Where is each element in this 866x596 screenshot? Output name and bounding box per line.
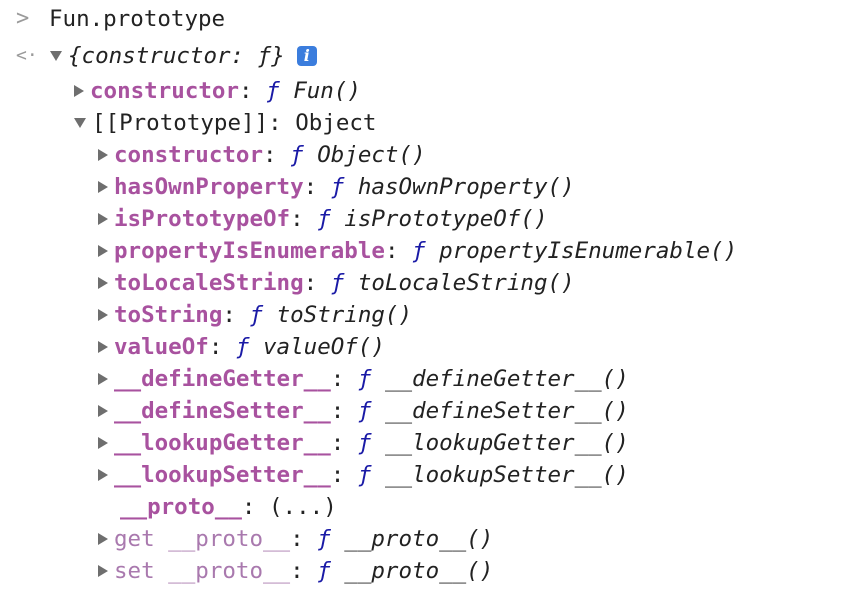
collapse-triangle-icon[interactable] (98, 341, 108, 353)
property-separator: : (330, 398, 358, 424)
function-keyword: ƒ (317, 558, 345, 584)
property-separator: : (290, 558, 318, 584)
tree-row[interactable]: get __proto__: ƒ __proto__() (98, 523, 493, 555)
collapse-triangle-icon[interactable] (98, 213, 108, 225)
function-keyword: ƒ (235, 334, 264, 360)
function-keyword: ƒ (317, 206, 345, 232)
property-value: propertyIsEnumerable() (439, 238, 738, 264)
property-value: __defineSetter__() (384, 398, 629, 424)
tree-row[interactable]: hasOwnProperty: ƒ hasOwnProperty() (98, 171, 575, 203)
return-arrow-icon: <· (16, 45, 38, 66)
property-separator: : (303, 174, 331, 200)
property-separator: : (290, 526, 318, 552)
tree-row[interactable]: constructor: ƒ Fun() (74, 75, 361, 107)
property-key: __lookupGetter__ (114, 430, 331, 456)
property-value: Object() (317, 142, 426, 168)
property-key: propertyIsEnumerable (114, 238, 385, 264)
function-keyword: ƒ (290, 142, 318, 168)
property-key: toString (114, 302, 223, 328)
collapse-triangle-icon[interactable] (98, 533, 108, 545)
property-key: toLocaleString (114, 270, 304, 296)
collapse-triangle-icon[interactable] (98, 245, 108, 257)
property-separator: : (222, 302, 250, 328)
property-value: valueOf() (263, 334, 385, 360)
property-separator: : (330, 366, 358, 392)
function-keyword: ƒ (412, 238, 440, 264)
property-value: toLocaleString() (357, 270, 575, 296)
function-keyword: ƒ (357, 430, 385, 456)
collapse-triangle-icon[interactable] (98, 149, 108, 161)
property-key: set __proto__ (114, 558, 291, 584)
property-separator: : (330, 430, 358, 456)
tree-row: __proto__: (...) (98, 491, 337, 523)
property-separator: : (290, 206, 318, 232)
property-value: __defineGetter__() (384, 366, 629, 392)
property-separator: : (241, 494, 270, 520)
property-separator: : (239, 78, 267, 104)
property-separator: : (208, 334, 236, 360)
property-key: __defineSetter__ (114, 398, 331, 424)
property-value: __lookupSetter__() (384, 462, 629, 488)
info-icon[interactable]: i (296, 46, 317, 66)
console-expression: Fun.prototype (49, 6, 226, 32)
tree-row[interactable]: toString: ƒ toString() (98, 299, 412, 331)
tree-row[interactable]: __lookupGetter__: ƒ __lookupGetter__() (98, 427, 629, 459)
function-keyword: ƒ (357, 398, 385, 424)
collapse-triangle-icon[interactable] (98, 565, 108, 577)
collapse-triangle-icon[interactable] (98, 277, 108, 289)
function-keyword: ƒ (330, 270, 358, 296)
tree-row[interactable]: __lookupSetter__: ƒ __lookupSetter__() (98, 459, 629, 491)
property-key: [[Prototype]] (92, 110, 269, 136)
property-value: Fun() (293, 78, 361, 104)
collapse-triangle-icon[interactable] (98, 437, 108, 449)
property-value: isPrototypeOf() (344, 206, 548, 232)
collapse-triangle-icon[interactable] (98, 309, 108, 321)
property-key: isPrototypeOf (114, 206, 291, 232)
function-keyword: ƒ (317, 526, 345, 552)
function-keyword: ƒ (266, 78, 294, 104)
collapse-triangle-icon[interactable] (98, 373, 108, 385)
property-key: __lookupSetter__ (114, 462, 331, 488)
tree-row[interactable]: constructor: ƒ Object() (98, 139, 426, 171)
function-keyword: ƒ (357, 366, 385, 392)
property-separator: : (384, 238, 413, 264)
property-value: __lookupGetter__() (384, 430, 629, 456)
tree-row[interactable]: toLocaleString: ƒ toLocaleString() (98, 267, 575, 299)
property-key: __proto__ (120, 494, 242, 520)
expand-triangle-icon[interactable] (50, 51, 62, 61)
object-summary: {constructor: ƒ} (68, 43, 285, 69)
property-key: constructor (114, 142, 264, 168)
function-keyword: ƒ (357, 462, 385, 488)
property-key: valueOf (114, 334, 209, 360)
collapse-triangle-icon[interactable] (98, 405, 108, 417)
property-value: __proto__() (344, 558, 494, 584)
property-value[interactable]: (...) (269, 491, 337, 523)
tree-row[interactable]: set __proto__: ƒ __proto__() (98, 555, 493, 587)
tree-row[interactable]: propertyIsEnumerable: ƒ propertyIsEnumer… (98, 235, 737, 267)
property-key: hasOwnProperty (114, 174, 304, 200)
property-value: __proto__() (344, 526, 494, 552)
tree-row[interactable]: valueOf: ƒ valueOf() (98, 331, 385, 363)
function-keyword: ƒ (249, 302, 277, 328)
property-value: hasOwnProperty() (357, 174, 575, 200)
tree-row[interactable]: isPrototypeOf: ƒ isPrototypeOf() (98, 203, 548, 235)
property-separator: : (263, 142, 291, 168)
property-separator: : (303, 270, 331, 296)
prompt-chevron-icon: > (16, 6, 30, 31)
expand-triangle-icon[interactable] (74, 118, 86, 128)
tree-row[interactable]: __defineSetter__: ƒ __defineSetter__() (98, 395, 629, 427)
property-separator: : (268, 110, 296, 136)
property-value: Object (295, 110, 377, 136)
property-key: __defineGetter__ (114, 366, 331, 392)
property-key: constructor (90, 78, 240, 104)
tree-row[interactable]: __defineGetter__: ƒ __defineGetter__() (98, 363, 629, 395)
collapse-triangle-icon[interactable] (98, 469, 108, 481)
collapse-triangle-icon[interactable] (98, 181, 108, 193)
property-separator: : (330, 462, 358, 488)
property-key: get __proto__ (114, 526, 291, 552)
tree-row[interactable]: [[Prototype]]: Object (74, 107, 376, 139)
collapse-triangle-icon[interactable] (74, 85, 84, 97)
property-value: toString() (276, 302, 413, 328)
function-keyword: ƒ (330, 174, 358, 200)
